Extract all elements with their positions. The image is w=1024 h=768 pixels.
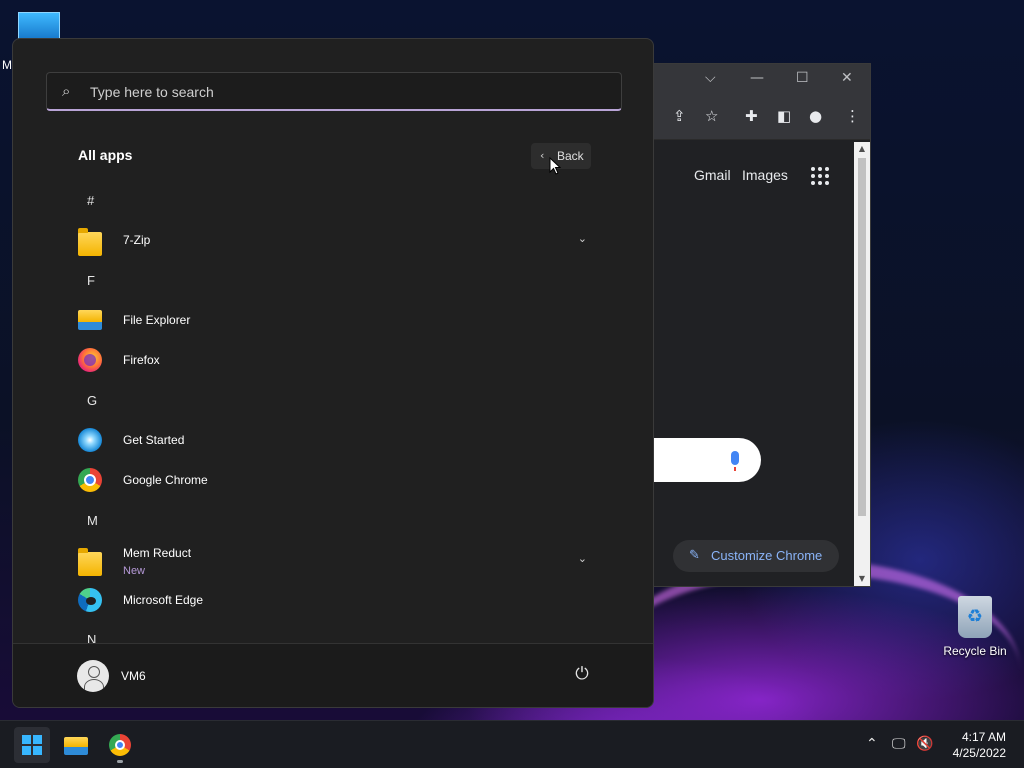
list-item-google-chrome[interactable]: Google Chrome — [65, 462, 605, 498]
menu-kebab-icon[interactable]: ⋮ — [845, 107, 860, 125]
all-apps-heading: All apps — [78, 147, 133, 163]
clock-time: 4:17 AM — [961, 730, 1006, 744]
scrollbar-thumb[interactable] — [858, 158, 866, 516]
close-icon[interactable]: ✕ — [841, 70, 853, 86]
microphone-icon[interactable] — [731, 451, 739, 471]
network-icon[interactable]: 🖵 — [892, 736, 906, 752]
section-letter-f[interactable]: F — [87, 273, 95, 288]
app-name: Google Chrome — [123, 473, 208, 487]
customize-chrome-button[interactable]: ✎ Customize Chrome — [673, 540, 839, 572]
desktop-shortcut-label: M — [2, 58, 12, 72]
running-indicator — [117, 760, 123, 763]
search-icon: ⌕ — [62, 82, 71, 100]
start-button[interactable] — [14, 727, 50, 763]
pencil-icon: ✎ — [689, 548, 700, 563]
file-explorer-icon — [78, 310, 102, 330]
chrome-titlebar[interactable]: ⌵ — ☐ ✕ — [653, 64, 870, 94]
scroll-down-icon[interactable]: ▼ — [854, 572, 870, 586]
app-name: File Explorer — [123, 313, 191, 327]
mouse-cursor-icon — [549, 157, 561, 175]
power-icon[interactable]: ⏻ — [571, 664, 593, 686]
extensions-icon[interactable]: ✚ — [745, 107, 758, 125]
recycle-bin[interactable]: Recycle Bin — [940, 596, 1010, 658]
get-started-icon — [78, 428, 102, 452]
images-link[interactable]: Images — [742, 167, 788, 183]
minimize-icon[interactable]: — — [750, 70, 764, 86]
list-item-mem-reduct[interactable]: Mem Reduct New ⌄ — [65, 542, 605, 578]
app-name: Microsoft Edge — [123, 593, 204, 607]
share-icon[interactable]: ⇪ — [673, 107, 686, 125]
user-name[interactable]: VM6 — [121, 669, 146, 683]
list-item-7-zip[interactable]: 7-Zip ⌄ — [65, 222, 605, 258]
start-menu: ⌕ All apps ‹ Back # 7-Zip ⌄ F File Explo… — [12, 38, 654, 708]
maximize-icon[interactable]: ☐ — [796, 70, 809, 86]
taskbar: ⌃ 🖵 🔇 4:17 AM 4/25/2022 — [0, 720, 1024, 768]
list-item-file-explorer[interactable]: File Explorer — [65, 302, 605, 338]
app-name: 7-Zip — [123, 233, 151, 247]
folder-icon — [78, 548, 102, 576]
back-label: Back — [557, 149, 584, 163]
section-letter-hash[interactable]: # — [87, 193, 94, 208]
google-search-box[interactable] — [643, 438, 761, 482]
app-name: Get Started — [123, 433, 185, 447]
app-name: Firefox — [123, 353, 160, 367]
chrome-icon — [109, 734, 131, 756]
taskbar-file-explorer[interactable] — [58, 727, 94, 763]
chrome-scrollbar[interactable]: ▲ ▼ — [854, 142, 870, 586]
section-letter-n[interactable]: N — [87, 632, 96, 643]
chevron-down-icon[interactable]: ⌄ — [578, 232, 587, 245]
start-search-box[interactable]: ⌕ — [46, 72, 622, 111]
list-item-firefox[interactable]: Firefox — [65, 342, 605, 378]
chrome-toolbar: ⇪ ☆ ✚ ◧ ● ⋮ — [653, 94, 870, 140]
chrome-window[interactable]: ⌵ — ☐ ✕ ⇪ ☆ ✚ ◧ ● ⋮ Gmail Images ✎ Custo… — [643, 63, 871, 587]
chrome-icon — [78, 468, 102, 492]
back-button[interactable]: ‹ Back — [531, 143, 591, 169]
section-letter-m[interactable]: M — [87, 513, 98, 528]
side-panel-icon[interactable]: ◧ — [777, 107, 791, 125]
volume-muted-icon[interactable]: 🔇 — [916, 736, 933, 752]
bookmark-star-icon[interactable]: ☆ — [705, 107, 718, 125]
gmail-link[interactable]: Gmail — [694, 167, 731, 183]
clock[interactable]: 4:17 AM 4/25/2022 — [953, 729, 1006, 761]
file-explorer-icon — [64, 737, 88, 755]
folder-icon — [78, 228, 102, 256]
recycle-bin-icon — [958, 596, 992, 638]
show-hidden-icons-chevron-up-icon[interactable]: ⌃ — [866, 736, 878, 752]
scroll-up-icon[interactable]: ▲ — [854, 142, 870, 156]
chevron-down-icon[interactable]: ⌄ — [578, 552, 587, 565]
list-item-microsoft-edge[interactable]: Microsoft Edge — [65, 582, 605, 618]
all-apps-list[interactable]: # 7-Zip ⌄ F File Explorer Firefox G Get … — [13, 179, 653, 643]
recycle-bin-label: Recycle Bin — [943, 644, 1007, 658]
start-menu-footer: VM6 ⏻ — [13, 643, 653, 707]
chrome-new-tab-page: Gmail Images ✎ Customize Chrome — [643, 142, 854, 586]
avatar[interactable] — [77, 660, 109, 692]
customize-chrome-label: Customize Chrome — [711, 548, 823, 563]
new-badge: New — [123, 565, 146, 577]
chevron-left-icon: ‹ — [540, 149, 545, 162]
search-input[interactable] — [90, 81, 590, 103]
section-letter-g[interactable]: G — [87, 393, 97, 408]
google-apps-icon[interactable] — [811, 167, 829, 185]
firefox-icon — [78, 348, 102, 372]
clock-date: 4/25/2022 — [952, 746, 1006, 760]
tab-search-icon[interactable]: ⌵ — [705, 70, 716, 86]
list-item-get-started[interactable]: Get Started — [65, 422, 605, 458]
windows-logo-icon — [22, 735, 42, 755]
edge-icon — [78, 588, 102, 612]
taskbar-google-chrome[interactable] — [102, 727, 138, 763]
profile-icon[interactable]: ● — [809, 107, 822, 125]
app-name: Mem Reduct — [123, 546, 192, 560]
